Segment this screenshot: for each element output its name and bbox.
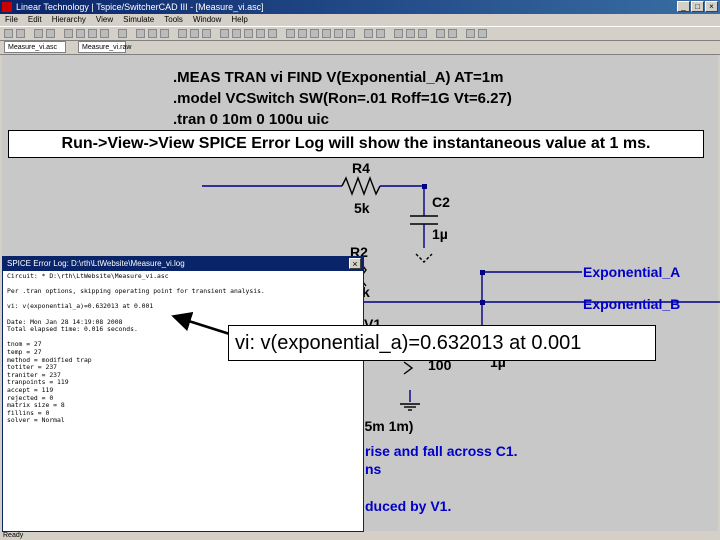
status-bar: Ready	[0, 531, 720, 540]
callout-arrow-layer	[171, 311, 237, 338]
measurement-callout: vi: v(exponential_a)=0.632013 at 0.001	[228, 325, 656, 361]
status-text: Ready	[3, 532, 24, 539]
callout-arrow	[171, 311, 237, 338]
